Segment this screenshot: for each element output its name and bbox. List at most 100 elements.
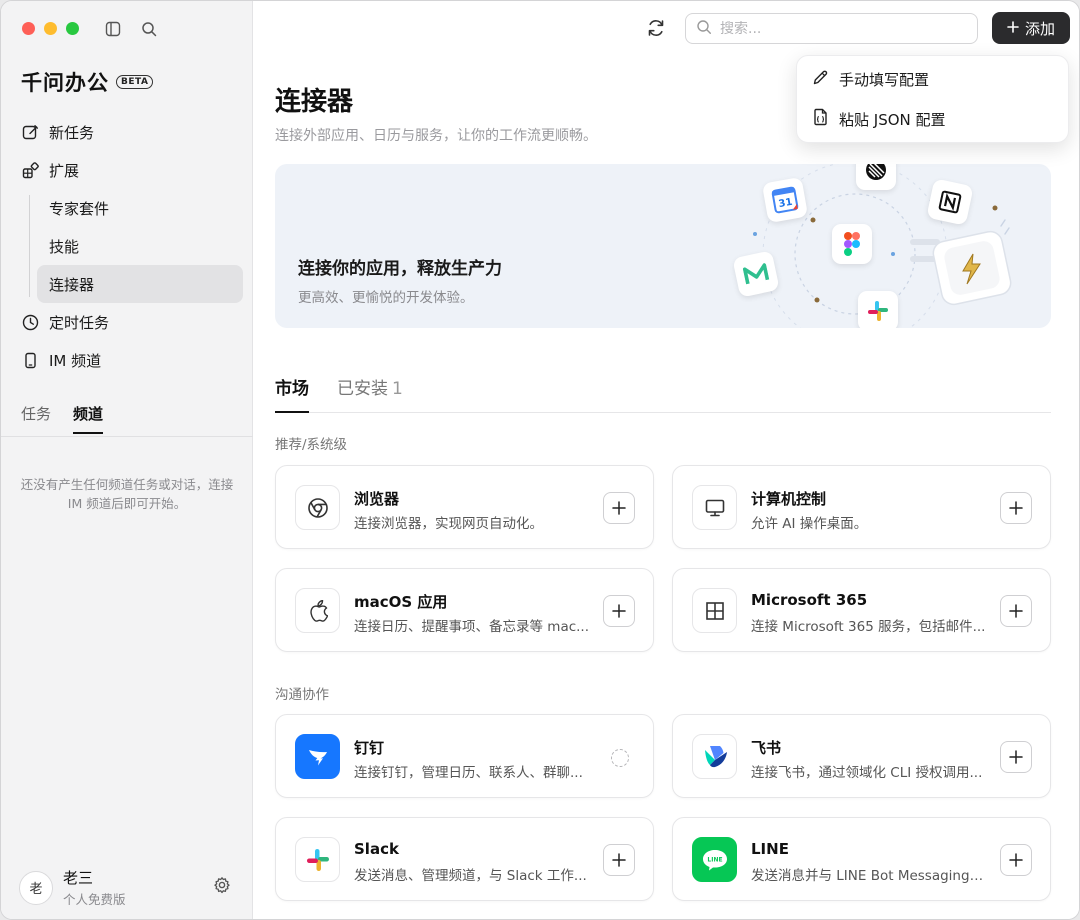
- install-button[interactable]: [603, 595, 635, 627]
- avatar: 老: [19, 870, 53, 905]
- connector-name: 浏览器: [354, 490, 400, 508]
- plus-icon: [1009, 501, 1023, 515]
- sidebar-item-label: 扩展: [49, 161, 80, 180]
- user-profile[interactable]: 老 老三 个人免费版: [19, 867, 126, 908]
- connector-name: macOS 应用: [354, 593, 448, 611]
- sidebar-item-expert-suite[interactable]: 专家套件: [1, 189, 253, 227]
- install-button[interactable]: [1000, 741, 1032, 773]
- sidebar-toggle-icon[interactable]: [103, 19, 123, 39]
- plus-icon: [612, 853, 626, 867]
- search-icon[interactable]: [139, 19, 159, 39]
- apple-icon: [295, 588, 340, 633]
- menu-item-label: 粘贴 JSON 配置: [839, 110, 946, 129]
- plus-icon: [1009, 750, 1023, 764]
- slack-icon: [858, 291, 898, 328]
- add-dropdown-menu: 手动填写配置 粘贴 JSON 配置: [796, 55, 1069, 143]
- zoom-window-button[interactable]: [66, 22, 79, 35]
- banner-title: 连接你的应用，释放生产力: [298, 259, 502, 279]
- connector-description: 连接钉钉，管理日历、联系人、群聊...: [354, 765, 583, 781]
- page-title: 连接器: [275, 87, 354, 117]
- installed-count: 1: [392, 379, 403, 399]
- beta-badge: BETA: [116, 75, 154, 89]
- connector-description: 允许 AI 操作桌面。: [751, 516, 868, 532]
- maven-icon: [732, 250, 780, 298]
- sidebar-nav: 新任务 扩展 专家套件 技能 连接器 定时任务 IM 频道: [1, 113, 253, 379]
- sidebar-item-new-task[interactable]: 新任务: [1, 113, 253, 151]
- divider: [1, 436, 253, 437]
- connector-name: 钉钉: [354, 739, 385, 757]
- install-button[interactable]: [1000, 492, 1032, 524]
- search-input[interactable]: [720, 20, 960, 37]
- sidebar-item-im-channel[interactable]: IM 频道: [1, 341, 253, 379]
- tab-market[interactable]: 市场: [275, 371, 309, 413]
- dingtalk-icon: [295, 734, 340, 779]
- plus-icon: [612, 604, 626, 618]
- tab-label: 已安装: [337, 379, 388, 399]
- connector-name: LINE: [751, 840, 789, 858]
- linear-icon: [856, 164, 896, 190]
- minimize-window-button[interactable]: [44, 22, 57, 35]
- clock-icon: [21, 313, 39, 331]
- line-icon: LINE: [692, 837, 737, 882]
- plus-icon: [1009, 853, 1023, 867]
- connector-name: 计算机控制: [751, 490, 827, 508]
- connector-tabs: 市场 已安装 1: [275, 371, 1051, 413]
- connector-description: 连接 Microsoft 365 服务，包括邮件...: [751, 619, 986, 635]
- hero-banner: 31 连接你的应用，释放生产力 更高效、更愉悦的开发体验。: [275, 164, 1051, 328]
- sidebar-item-label: 定时任务: [49, 313, 110, 332]
- page-subtitle: 连接外部应用、日历与服务，让你的工作流更顺畅。: [275, 128, 597, 144]
- sidebar-item-extensions[interactable]: 扩展: [1, 151, 253, 189]
- connector-card-slack[interactable]: Slack 发送消息、管理频道，与 Slack 工作...: [275, 817, 654, 901]
- window-controls: [22, 22, 79, 35]
- feishu-icon: [692, 734, 737, 779]
- install-button[interactable]: [1000, 844, 1032, 876]
- menu-item-manual-config[interactable]: 手动填写配置: [812, 69, 929, 90]
- sidebar-item-label: 技能: [49, 237, 80, 256]
- refresh-icon[interactable]: [645, 17, 667, 39]
- menu-item-paste-json[interactable]: 粘贴 JSON 配置: [812, 108, 946, 130]
- gear-icon[interactable]: [213, 876, 231, 894]
- banner-subtitle: 更高效、更愉悦的开发体验。: [298, 290, 474, 306]
- add-button-label: 添加: [1024, 19, 1055, 38]
- sidebar-item-label: 专家套件: [49, 199, 110, 218]
- connector-card-macos-apps[interactable]: macOS 应用 连接日历、提醒事项、备忘录等 mac...: [275, 568, 654, 652]
- sidebar: 千问办公 BETA 新任务 扩展 专家套件 技能 连接器 定时任务 IM 频道 …: [1, 1, 253, 919]
- app-window: 千问办公 BETA 新任务 扩展 专家套件 技能 连接器 定时任务 IM 频道 …: [0, 0, 1080, 920]
- connector-description: 发送消息、管理频道，与 Slack 工作...: [354, 868, 587, 884]
- connector-description: 连接飞书，通过领域化 CLI 授权调用...: [751, 765, 983, 781]
- search-box[interactable]: [685, 13, 978, 44]
- sidebar-tab-tasks[interactable]: 任务: [21, 403, 51, 434]
- section-title: 推荐/系统级: [275, 437, 348, 453]
- connector-name: Microsoft 365: [751, 591, 868, 609]
- close-window-button[interactable]: [22, 22, 35, 35]
- figma-icon: [832, 224, 872, 264]
- plus-icon: [612, 501, 626, 515]
- connector-card-computer-control[interactable]: 计算机控制 允许 AI 操作桌面。: [672, 465, 1051, 549]
- connector-card-browser[interactable]: 浏览器 连接浏览器，实现网页自动化。: [275, 465, 654, 549]
- sidebar-tab-channels[interactable]: 频道: [73, 403, 104, 434]
- install-button[interactable]: [603, 492, 635, 524]
- tab-installed[interactable]: 已安装 1: [337, 371, 403, 413]
- paste-file-icon: [812, 108, 829, 130]
- app-name: 千问办公: [21, 71, 109, 95]
- add-button[interactable]: 添加: [992, 12, 1070, 44]
- windows-grid-icon: [692, 588, 737, 633]
- plus-icon: [1007, 19, 1019, 37]
- connector-card-dingtalk[interactable]: 钉钉 连接钉钉，管理日历、联系人、群聊...: [275, 714, 654, 798]
- connector-card-feishu[interactable]: 飞书 连接飞书，通过领域化 CLI 授权调用...: [672, 714, 1051, 798]
- install-button[interactable]: [1000, 595, 1032, 627]
- loading-spinner-icon: [611, 749, 629, 767]
- sidebar-item-label: IM 频道: [49, 351, 102, 370]
- sidebar-item-skills[interactable]: 技能: [1, 227, 253, 265]
- search-icon: [696, 19, 712, 39]
- connector-card-microsoft-365[interactable]: Microsoft 365 连接 Microsoft 365 服务，包括邮件..…: [672, 568, 1051, 652]
- user-plan: 个人免费版: [63, 892, 126, 907]
- connector-card-line[interactable]: LINE LINE 发送消息并与 LINE Bot Messaging ...: [672, 817, 1051, 901]
- pen-icon: [812, 69, 829, 90]
- monitor-icon: [692, 485, 737, 530]
- install-button[interactable]: [603, 844, 635, 876]
- sidebar-item-scheduled-tasks[interactable]: 定时任务: [1, 303, 253, 341]
- sidebar-item-connectors[interactable]: 连接器: [37, 265, 243, 303]
- tab-label: 市场: [275, 379, 309, 399]
- connector-description: 发送消息并与 LINE Bot Messaging ...: [751, 868, 986, 884]
